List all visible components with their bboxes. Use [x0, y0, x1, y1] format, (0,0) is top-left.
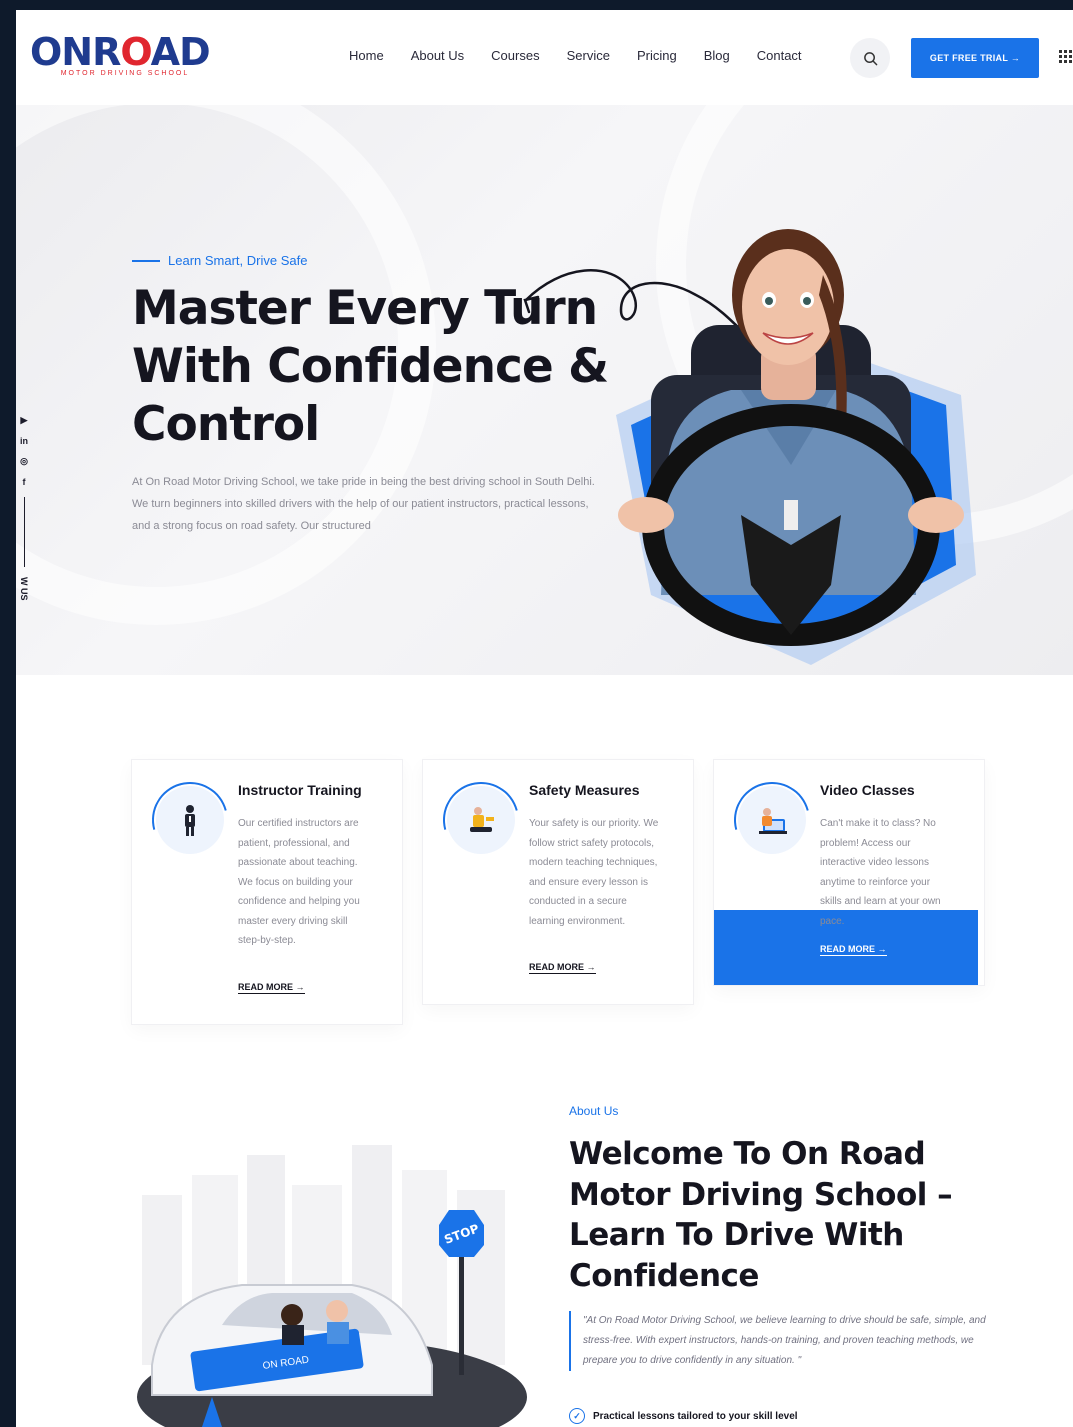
- about-car-illustration: STOP ON ROAD: [137, 1145, 527, 1427]
- search-button[interactable]: [850, 38, 890, 78]
- follow-us-label: W US: [19, 577, 29, 601]
- nav-courses[interactable]: Courses: [491, 48, 539, 63]
- site-header: ONROAD MOTOR DRIVING SCHOOL Home About U…: [16, 10, 1073, 105]
- about-title: Welcome To On Road Motor Driving School …: [569, 1136, 953, 1294]
- safety-icon: [447, 786, 515, 854]
- service-card-instructor-training[interactable]: Instructor Training Our certified instru…: [132, 760, 402, 1024]
- steering-wheel-logo-icon: O: [120, 30, 151, 74]
- service-description: Our certified instructors are patient, p…: [238, 818, 360, 946]
- page: ONROAD MOTOR DRIVING SCHOOL Home About U…: [16, 10, 1073, 1427]
- about-section-label: About Us: [569, 1104, 619, 1118]
- nav-home[interactable]: Home: [349, 48, 384, 63]
- service-description: Can't make it to class? No problem! Acce…: [820, 818, 941, 927]
- nav-service[interactable]: Service: [567, 48, 610, 63]
- brand-logo[interactable]: ONROAD MOTOR DRIVING SCHOOL: [30, 32, 240, 88]
- social-sidebar: ▶ in ◎ f W US: [16, 415, 32, 601]
- read-more-link[interactable]: READ MORE →: [820, 944, 887, 956]
- service-title: Safety Measures: [529, 782, 640, 798]
- facebook-icon[interactable]: f: [23, 477, 26, 487]
- main-nav: Home About Us Courses Service Pricing Bl…: [349, 48, 802, 63]
- hero-tagline: Learn Smart, Drive Safe: [132, 253, 307, 268]
- service-description: Your safety is our priority. We follow s…: [529, 818, 659, 927]
- service-title: Video Classes: [820, 782, 915, 798]
- nav-contact[interactable]: Contact: [757, 48, 802, 63]
- check-circle-icon: ✓: [569, 1408, 585, 1424]
- hero-description: At On Road Motor Driving School, we take…: [132, 476, 595, 532]
- nav-pricing[interactable]: Pricing: [637, 48, 677, 63]
- menu-grid-icon[interactable]: [1059, 50, 1073, 64]
- read-more-link[interactable]: READ MORE →: [529, 962, 596, 974]
- hero-section: Learn Smart, Drive Safe Master Every Tur…: [16, 105, 1073, 675]
- about-quote: "At On Road Motor Driving School, we bel…: [569, 1311, 989, 1371]
- service-card-safety-measures[interactable]: Safety Measures Your safety is our prior…: [423, 760, 693, 1004]
- service-title: Instructor Training: [238, 782, 362, 798]
- get-free-trial-button[interactable]: GET FREE TRIAL →: [911, 38, 1039, 78]
- instagram-icon[interactable]: ◎: [20, 456, 28, 467]
- service-card-video-classes[interactable]: Video Classes Can't make it to class? No…: [714, 760, 984, 985]
- hero-driver-illustration: [616, 229, 976, 665]
- youtube-icon[interactable]: ▶: [21, 415, 28, 426]
- video-class-icon: [738, 786, 806, 854]
- linkedin-icon[interactable]: in: [20, 436, 28, 446]
- search-icon: [863, 51, 877, 65]
- about-feature-item: ✓ Practical lessons tailored to your ski…: [569, 1408, 798, 1424]
- instructor-icon: [156, 786, 224, 854]
- nav-blog[interactable]: Blog: [704, 48, 730, 63]
- read-more-link[interactable]: READ MORE →: [238, 982, 305, 994]
- nav-about-us[interactable]: About Us: [411, 48, 464, 63]
